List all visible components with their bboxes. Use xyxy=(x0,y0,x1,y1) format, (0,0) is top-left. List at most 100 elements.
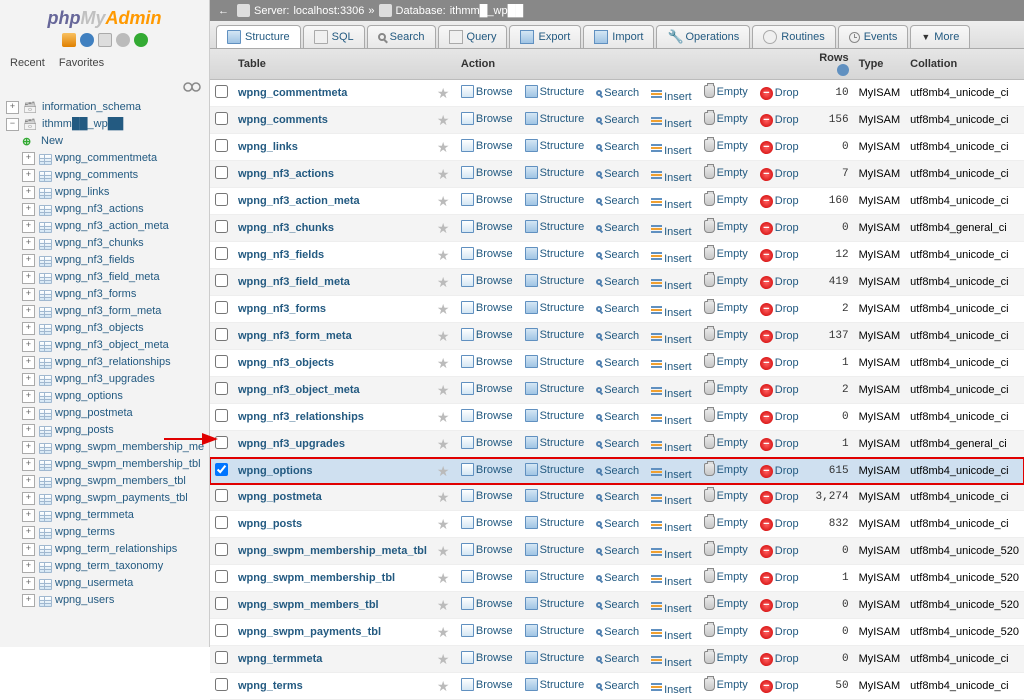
structure-link[interactable]: Structure xyxy=(525,166,585,179)
drop-link[interactable]: −Drop xyxy=(760,491,799,504)
expand-icon[interactable]: + xyxy=(22,458,35,471)
table-name-link[interactable]: wpng_options xyxy=(238,465,313,477)
favorite-star-icon[interactable]: ★ xyxy=(437,597,451,614)
expand-icon[interactable]: + xyxy=(22,186,35,199)
sidebar-table-wpng_nf3_field_meta[interactable]: +wpng_nf3_field_meta xyxy=(0,269,209,286)
insert-link[interactable]: Insert xyxy=(651,306,692,319)
insert-link[interactable]: Insert xyxy=(651,602,692,615)
favorite-star-icon[interactable]: ★ xyxy=(437,328,451,345)
table-label[interactable]: wpng_terms xyxy=(55,525,115,540)
table-name-link[interactable]: wpng_links xyxy=(238,141,298,153)
expand-icon[interactable]: + xyxy=(22,475,35,488)
table-name-link[interactable]: wpng_nf3_form_meta xyxy=(238,330,352,342)
table-label[interactable]: wpng_termmeta xyxy=(55,508,134,523)
insert-link[interactable]: Insert xyxy=(651,414,692,427)
expand-icon[interactable]: + xyxy=(22,577,35,590)
favorite-star-icon[interactable]: ★ xyxy=(437,220,451,237)
row-checkbox[interactable] xyxy=(215,139,228,152)
search-link[interactable]: Search xyxy=(596,141,639,153)
drop-link[interactable]: −Drop xyxy=(760,680,799,693)
search-link[interactable]: Search xyxy=(596,330,639,342)
favorite-star-icon[interactable]: ★ xyxy=(437,274,451,291)
structure-link[interactable]: Structure xyxy=(525,85,585,98)
table-label[interactable]: wpng_term_relationships xyxy=(55,542,177,557)
drop-link[interactable]: −Drop xyxy=(760,330,799,343)
drop-link[interactable]: −Drop xyxy=(760,168,799,181)
info-icon[interactable] xyxy=(837,64,849,76)
search-link[interactable]: Search xyxy=(596,114,639,126)
drop-link[interactable]: −Drop xyxy=(760,384,799,397)
favorite-star-icon[interactable]: ★ xyxy=(437,489,451,506)
col-collation[interactable]: Collation xyxy=(905,49,1024,80)
empty-link[interactable]: Empty xyxy=(704,355,748,368)
tab-operations[interactable]: 🔧Operations xyxy=(656,25,750,48)
favorite-star-icon[interactable]: ★ xyxy=(437,409,451,426)
sidebar-table-wpng_terms[interactable]: +wpng_terms xyxy=(0,524,209,541)
expand-icon[interactable]: + xyxy=(22,169,35,182)
table-label[interactable]: wpng_commentmeta xyxy=(55,151,157,166)
sidebar-table-wpng_comments[interactable]: +wpng_comments xyxy=(0,167,209,184)
structure-link[interactable]: Structure xyxy=(525,112,585,125)
browse-link[interactable]: Browse xyxy=(461,436,513,449)
expand-icon[interactable]: + xyxy=(22,390,35,403)
sidebar-table-wpng_postmeta[interactable]: +wpng_postmeta xyxy=(0,405,209,422)
sidebar-table-wpng_swpm_membership_me[interactable]: +wpng_swpm_membership_me xyxy=(0,439,209,456)
row-checkbox[interactable] xyxy=(215,301,228,314)
table-label[interactable]: wpng_links xyxy=(55,185,109,200)
drop-link[interactable]: −Drop xyxy=(760,411,799,424)
table-name-link[interactable]: wpng_terms xyxy=(238,680,303,692)
browse-link[interactable]: Browse xyxy=(461,624,513,637)
table-name-link[interactable]: wpng_nf3_field_meta xyxy=(238,276,350,288)
favorite-star-icon[interactable]: ★ xyxy=(437,301,451,318)
insert-link[interactable]: Insert xyxy=(651,117,692,130)
empty-link[interactable]: Empty xyxy=(704,328,748,341)
browse-link[interactable]: Browse xyxy=(461,409,513,422)
favorites-tab[interactable]: Favorites xyxy=(55,55,108,71)
search-link[interactable]: Search xyxy=(596,572,639,584)
expand-icon[interactable]: + xyxy=(22,322,35,335)
table-name-link[interactable]: wpng_postmeta xyxy=(238,491,322,503)
empty-link[interactable]: Empty xyxy=(704,570,748,583)
table-name-link[interactable]: wpng_swpm_payments_tbl xyxy=(238,626,381,638)
empty-link[interactable]: Empty xyxy=(704,436,748,449)
empty-link[interactable]: Empty xyxy=(704,274,748,287)
favorite-star-icon[interactable]: ★ xyxy=(437,624,451,641)
structure-link[interactable]: Structure xyxy=(525,382,585,395)
drop-link[interactable]: −Drop xyxy=(760,114,799,127)
expand-icon[interactable]: + xyxy=(22,339,35,352)
expand-icon[interactable]: + xyxy=(22,220,35,233)
drop-link[interactable]: −Drop xyxy=(760,465,799,478)
drop-link[interactable]: −Drop xyxy=(760,518,799,531)
row-checkbox[interactable] xyxy=(215,624,228,637)
sidebar-table-wpng_term_relationships[interactable]: +wpng_term_relationships xyxy=(0,541,209,558)
search-link[interactable]: Search xyxy=(596,411,639,423)
expand-icon[interactable]: + xyxy=(22,305,35,318)
table-name-link[interactable]: wpng_posts xyxy=(238,518,302,530)
empty-link[interactable]: Empty xyxy=(704,301,748,314)
table-label[interactable]: wpng_nf3_field_meta xyxy=(55,270,160,285)
structure-link[interactable]: Structure xyxy=(525,463,585,476)
favorite-star-icon[interactable]: ★ xyxy=(437,570,451,587)
table-label[interactable]: wpng_nf3_upgrades xyxy=(55,372,155,387)
tab-import[interactable]: Import xyxy=(583,25,654,48)
tab-search[interactable]: Search xyxy=(367,25,436,48)
table-name-link[interactable]: wpng_comments xyxy=(238,114,328,126)
table-label[interactable]: wpng_nf3_forms xyxy=(55,287,136,302)
search-link[interactable]: Search xyxy=(596,384,639,396)
structure-link[interactable]: Structure xyxy=(525,301,585,314)
structure-link[interactable]: Structure xyxy=(525,570,585,583)
expand-icon[interactable]: + xyxy=(22,424,35,437)
row-checkbox[interactable] xyxy=(215,489,228,502)
drop-link[interactable]: −Drop xyxy=(760,87,799,100)
panel-collapse-icon[interactable]: ← xyxy=(218,5,229,17)
favorite-star-icon[interactable]: ★ xyxy=(437,193,451,210)
browse-link[interactable]: Browse xyxy=(461,301,513,314)
drop-link[interactable]: −Drop xyxy=(760,303,799,316)
insert-link[interactable]: Insert xyxy=(651,360,692,373)
reload-icon[interactable] xyxy=(134,33,148,47)
sidebar-table-wpng_users[interactable]: +wpng_users xyxy=(0,592,209,609)
sidebar-table-wpng_options[interactable]: +wpng_options xyxy=(0,388,209,405)
browse-link[interactable]: Browse xyxy=(461,570,513,583)
expand-icon[interactable]: + xyxy=(22,237,35,250)
empty-link[interactable]: Empty xyxy=(704,543,748,556)
